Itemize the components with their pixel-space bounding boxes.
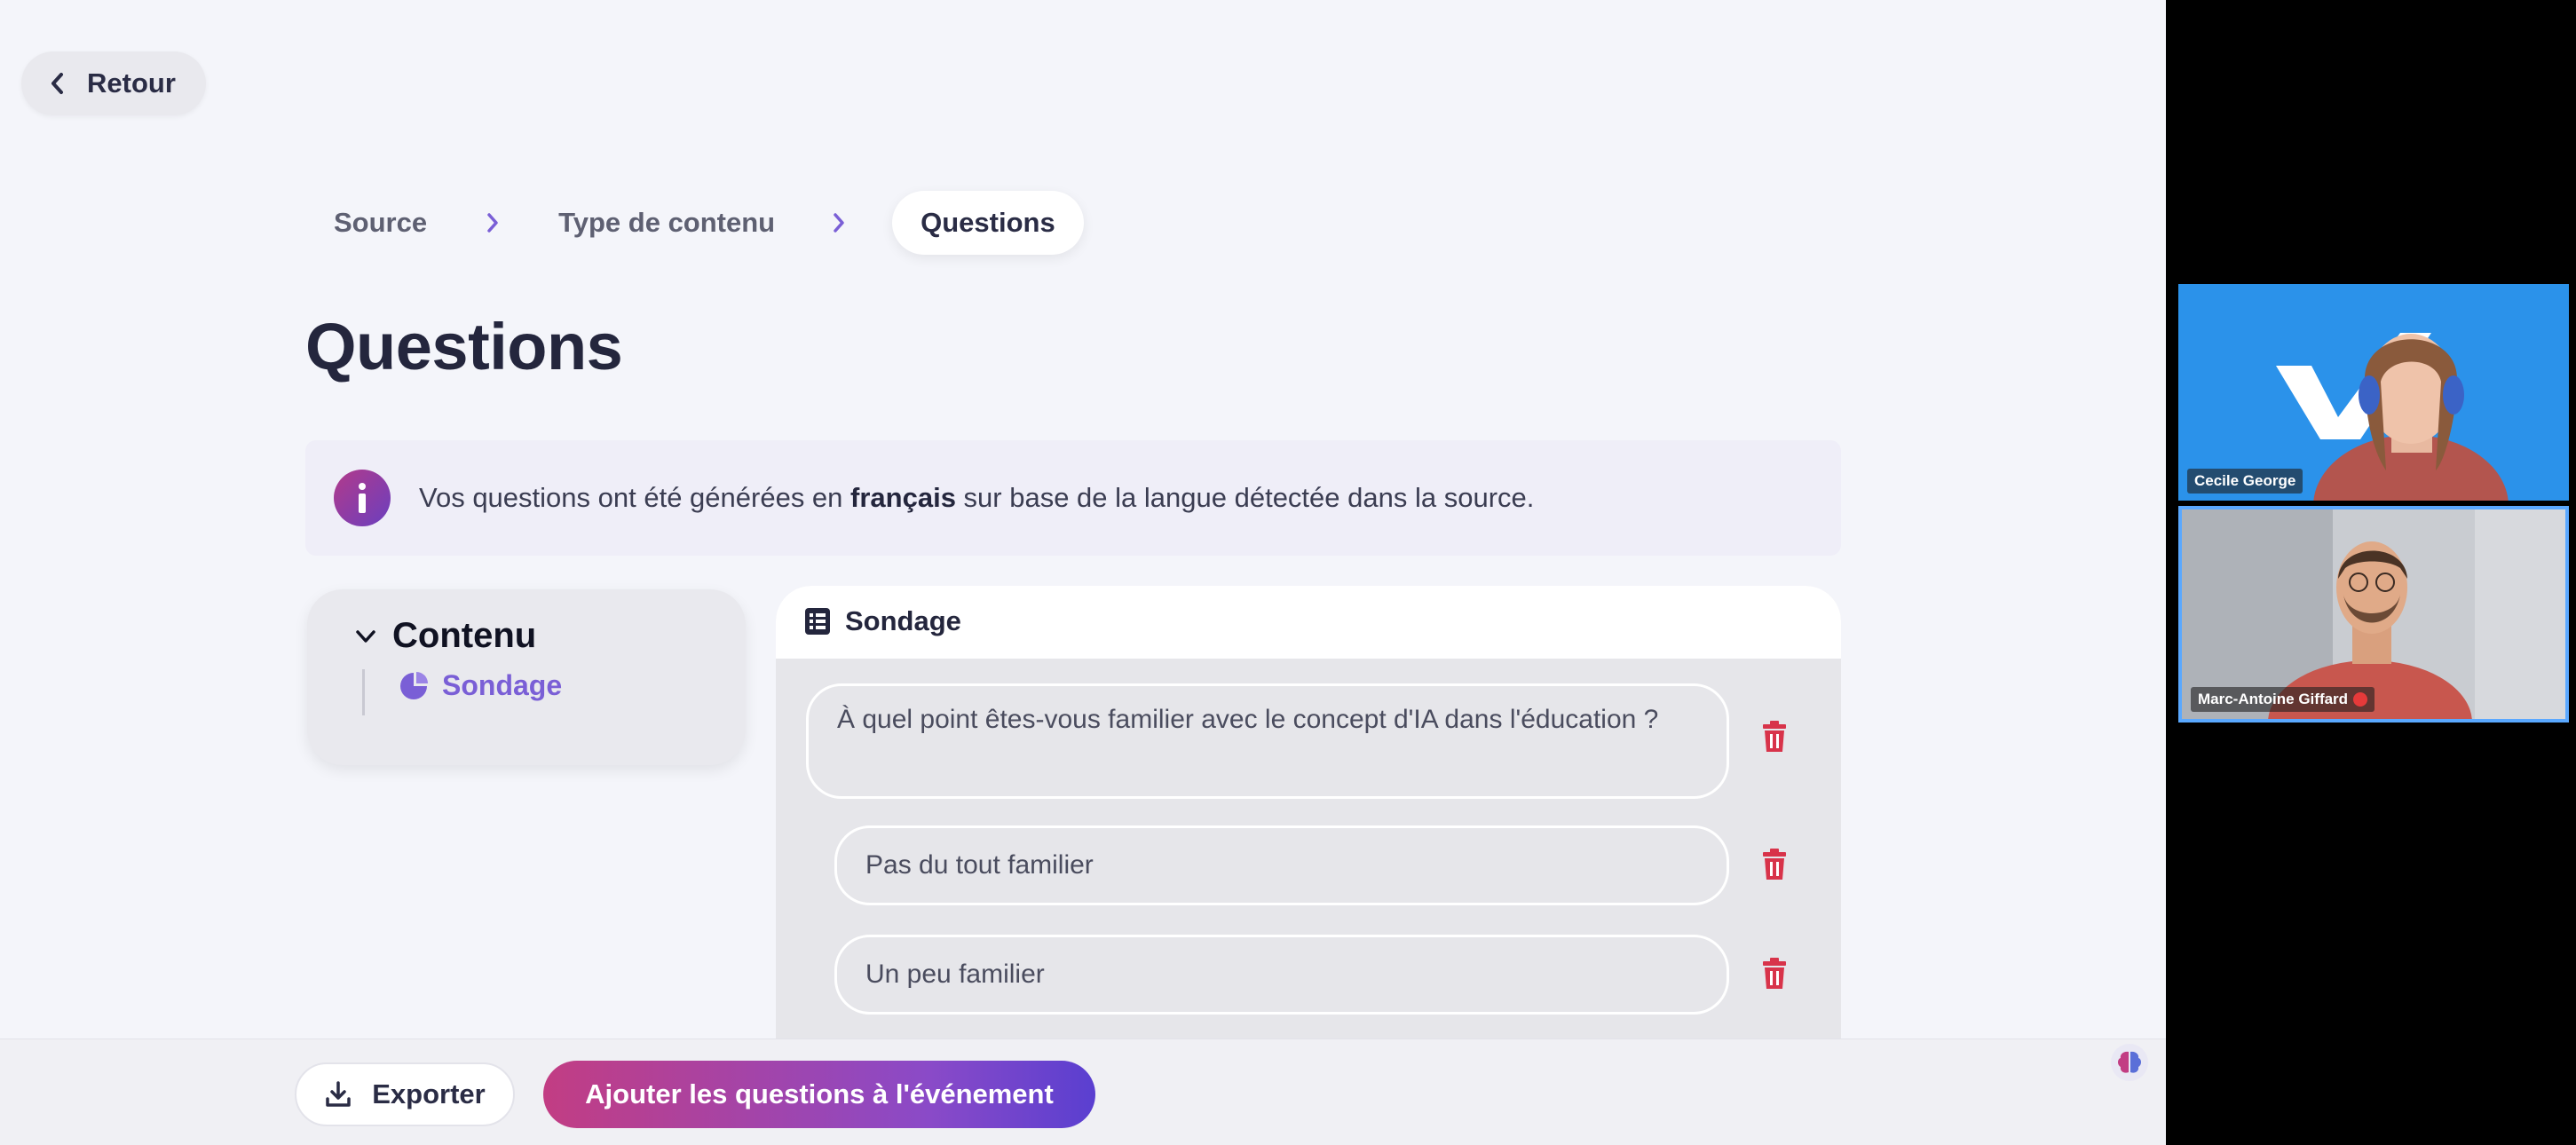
survey-header: Sondage [804,605,961,637]
survey-header-label: Sondage [845,605,961,636]
outline-item-sondage[interactable]: Sondage [398,669,562,702]
pie-chart-icon [400,671,428,699]
page-title: Questions [305,310,623,383]
video-tile[interactable]: Cecile George [2178,284,2569,501]
add-questions-label: Ajouter les questions à l'événement [585,1078,1054,1109]
video-tile[interactable]: Marc-Antoine Giffard [2178,506,2569,723]
chevron-right-icon [834,213,844,233]
answer-input[interactable]: Un peu familier [834,935,1729,1015]
info-text: Vos questions ont été générées en frança… [419,482,1535,513]
info-icon [334,470,391,526]
breadcrumb-step-questions[interactable]: Questions [892,191,1084,255]
trash-icon[interactable] [1761,958,1788,990]
question-input[interactable]: À quel point êtes-vous familier avec le … [806,683,1729,799]
language-info-banner: Vos questions ont été générées en frança… [305,440,1841,556]
participant-name: Cecile George [2187,469,2303,494]
outline-item-label: Sondage [442,669,563,701]
answer-input[interactable]: Pas du tout familier [834,825,1729,905]
breadcrumb-step-source[interactable]: Source [334,207,427,239]
download-icon [326,1081,351,1107]
list-icon [805,608,830,635]
brain-icon[interactable] [2111,1044,2148,1081]
breadcrumb-step-content-type[interactable]: Type de contenu [558,207,775,239]
outline-tree-line [362,669,365,715]
add-questions-button[interactable]: Ajouter les questions à l'événement [543,1061,1095,1128]
trash-icon[interactable] [1761,849,1788,880]
trash-icon[interactable] [1761,721,1788,753]
export-button[interactable]: Exporter [295,1062,515,1126]
chevron-left-icon [51,73,63,94]
outline-section-contenu[interactable]: Contenu [355,616,536,656]
participant-name-tag: Marc-Antoine Giffard [2191,687,2375,712]
mic-muted-icon [2353,692,2368,707]
participant-name: Marc-Antoine Giffard [2198,691,2349,707]
content-outline-panel: Contenu Sondage [307,589,746,765]
back-button[interactable]: Retour [21,51,206,115]
back-label: Retour [87,67,176,99]
breadcrumb: Source Type de contenu Questions [334,190,1084,256]
footer-action-bar: Exporter Ajouter les questions à l'événe… [0,1038,2166,1145]
chevron-right-icon [487,213,498,233]
export-label: Exporter [372,1078,486,1109]
outline-section-label: Contenu [392,616,537,655]
chevron-down-icon [356,629,375,643]
app-window: Retour Source Type de contenu Questions … [0,0,2166,1145]
